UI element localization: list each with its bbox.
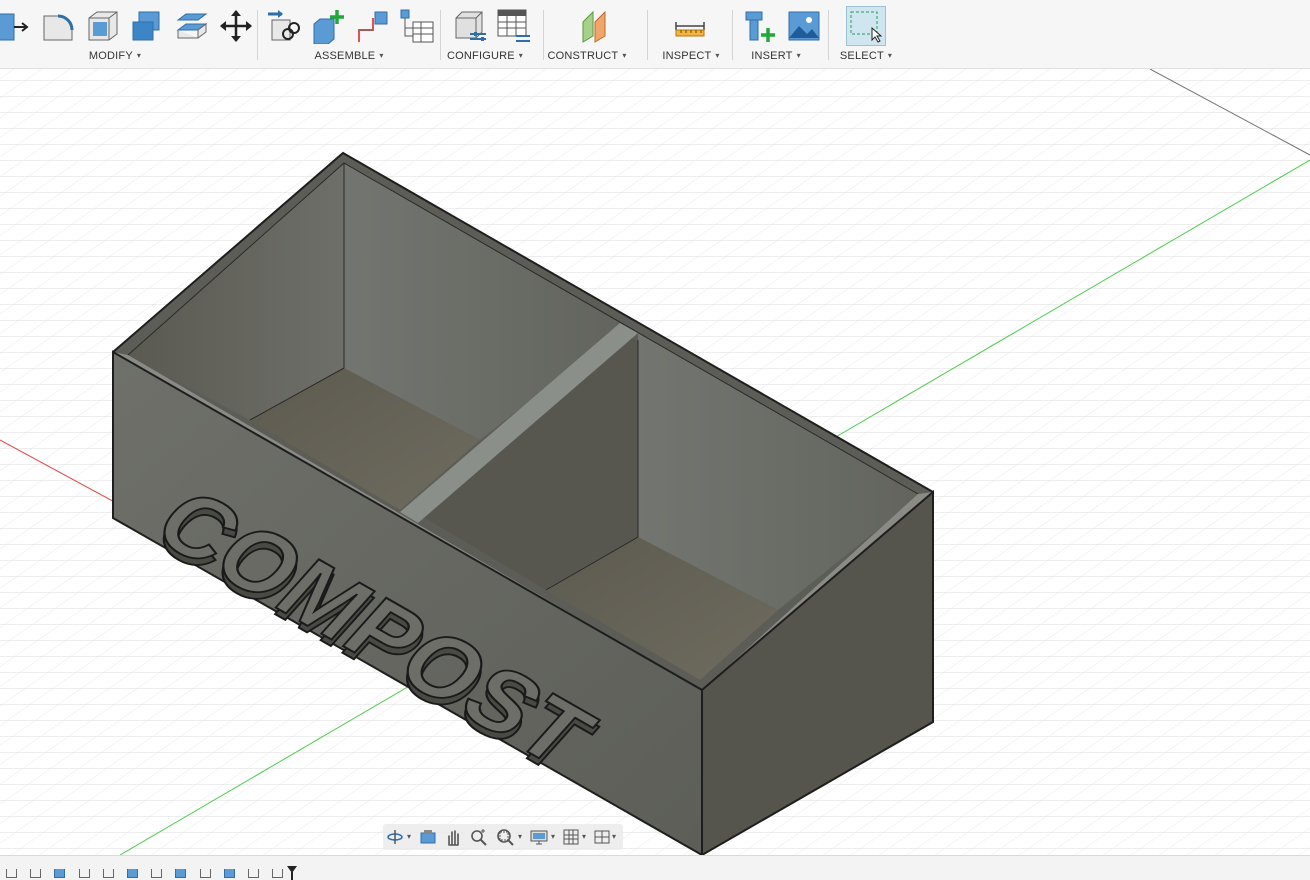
- toolbar: MODIFY ▾ ASSEMBLE ▾ CONFIGURE ▾ CONSTRUC…: [0, 0, 1310, 69]
- insert-group: INSERT ▾: [742, 0, 822, 68]
- chevron-down-icon[interactable]: ▾: [612, 832, 616, 841]
- select-group: SELECT ▾: [838, 0, 898, 68]
- insert-label[interactable]: INSERT: [751, 50, 792, 62]
- window-select-icon[interactable]: [846, 6, 886, 46]
- chevron-down-icon[interactable]: ▾: [888, 51, 892, 60]
- insert-canvas-icon[interactable]: [786, 8, 822, 44]
- assemble-group: ASSEMBLE ▾: [266, 0, 436, 68]
- chevron-down-icon[interactable]: ▾: [518, 832, 522, 841]
- pan-icon[interactable]: [443, 827, 463, 847]
- configure-model-icon[interactable]: [452, 8, 488, 44]
- timeline-bar: [0, 855, 1310, 880]
- navigation-bar: ▾ ▾ ▾ ▾ ▾: [383, 824, 623, 850]
- configuration-table-icon[interactable]: [496, 8, 532, 44]
- insert-mcmaster-icon[interactable]: [742, 8, 778, 44]
- chevron-down-icon[interactable]: ▾: [797, 51, 801, 60]
- display-settings-icon[interactable]: [529, 827, 549, 847]
- separator: [543, 10, 544, 60]
- fit-icon[interactable]: [495, 827, 515, 847]
- configure-label[interactable]: CONFIGURE: [447, 50, 515, 62]
- fillet-icon[interactable]: [40, 8, 76, 44]
- configure-group: CONFIGURE ▾: [447, 0, 532, 68]
- modify-group: MODIFY ▾: [0, 0, 253, 68]
- modify-label[interactable]: MODIFY: [89, 50, 133, 62]
- timeline-step-icon[interactable]: [78, 869, 90, 878]
- chevron-down-icon[interactable]: ▾: [137, 51, 141, 60]
- offset-plane-icon[interactable]: [579, 8, 615, 44]
- separator: [647, 10, 648, 60]
- timeline-step-icon[interactable]: [272, 869, 284, 878]
- bill-of-materials-icon[interactable]: [399, 8, 435, 44]
- timeline-step-icon[interactable]: [127, 869, 138, 878]
- joint-icon[interactable]: [266, 8, 302, 44]
- look-at-icon[interactable]: [418, 827, 438, 847]
- separator: [828, 10, 829, 60]
- chevron-down-icon[interactable]: ▾: [715, 51, 719, 60]
- timeline-step-icon[interactable]: [151, 869, 163, 878]
- construct-label[interactable]: CONSTRUCT: [547, 50, 618, 62]
- move-icon[interactable]: [218, 8, 254, 44]
- separator: [440, 10, 441, 60]
- timeline-step-icon[interactable]: [175, 869, 187, 878]
- inspect-label[interactable]: INSPECT: [662, 50, 711, 62]
- timeline-step-icon[interactable]: [6, 869, 17, 878]
- press-pull-icon[interactable]: [0, 8, 32, 44]
- chevron-down-icon[interactable]: ▾: [379, 51, 383, 60]
- select-label[interactable]: SELECT: [840, 50, 884, 62]
- chevron-down-icon[interactable]: ▾: [622, 51, 626, 60]
- assemble-label[interactable]: ASSEMBLE: [314, 50, 375, 62]
- chevron-down-icon[interactable]: ▾: [551, 832, 555, 841]
- 3d-scene[interactable]: COMPOST COMPOST: [0, 69, 1310, 855]
- inspect-group: INSPECT ▾: [658, 0, 728, 68]
- timeline-step-icon[interactable]: [248, 869, 259, 878]
- offset-face-icon[interactable]: [174, 8, 210, 44]
- new-component-icon[interactable]: [310, 8, 346, 44]
- separator: [732, 10, 733, 60]
- chevron-down-icon[interactable]: ▾: [582, 832, 586, 841]
- timeline-step-icon[interactable]: [102, 869, 114, 878]
- as-built-joint-icon[interactable]: [355, 8, 391, 44]
- zoom-icon[interactable]: [469, 827, 489, 847]
- measure-icon[interactable]: [672, 8, 708, 44]
- viewports-icon[interactable]: [592, 827, 612, 847]
- timeline-step-icon[interactable]: [199, 869, 211, 878]
- chevron-down-icon[interactable]: ▾: [519, 51, 523, 60]
- shell-icon[interactable]: [85, 8, 121, 44]
- grid-settings-icon[interactable]: [561, 827, 581, 847]
- construct-group: CONSTRUCT ▾: [547, 0, 635, 68]
- timeline-step-icon[interactable]: [223, 869, 235, 878]
- canvas-viewport[interactable]: COMPOST COMPOST: [0, 69, 1310, 855]
- separator: [257, 10, 258, 60]
- chevron-down-icon[interactable]: ▾: [407, 832, 411, 841]
- combine-icon[interactable]: [129, 8, 165, 44]
- orbit-icon[interactable]: [385, 827, 405, 847]
- timeline-step-icon[interactable]: [30, 869, 42, 878]
- timeline-step-icon[interactable]: [54, 869, 66, 878]
